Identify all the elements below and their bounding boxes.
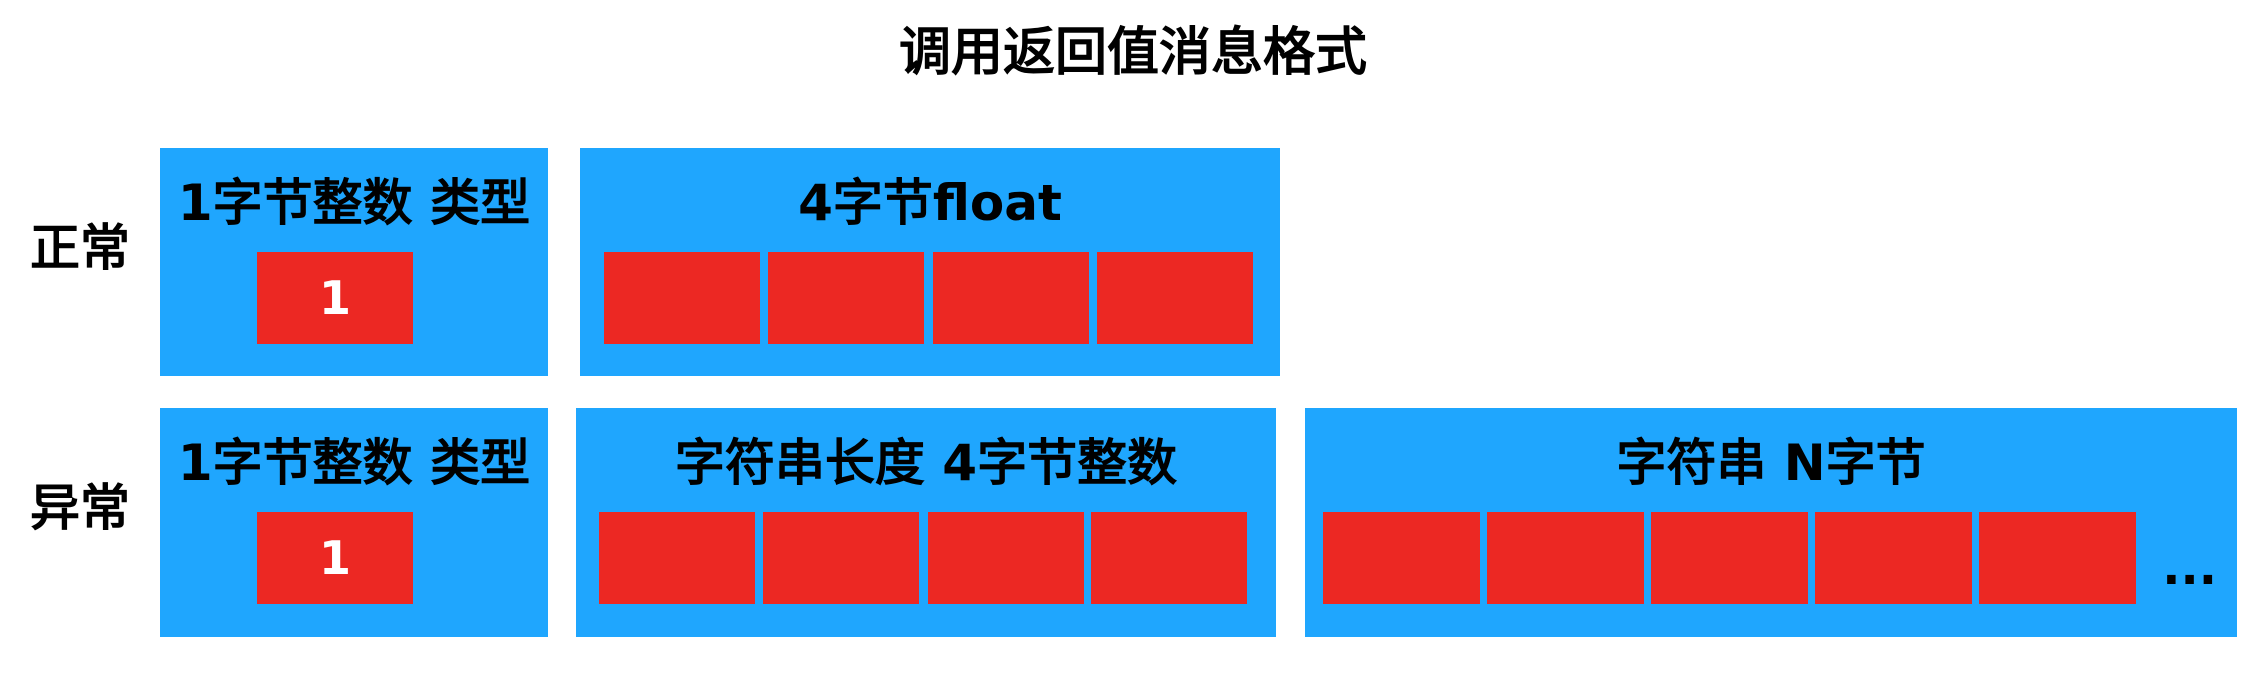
exception-type-field-label: 1字节整数 类型 — [177, 434, 531, 492]
normal-float-field-label: 4字节float — [798, 174, 1062, 232]
exception-type-byte: 1 — [257, 512, 413, 604]
string-field-label: 字符串 N字节 — [1616, 434, 1926, 492]
normal-type-byte: 1 — [257, 252, 413, 344]
string-byte-4 — [1815, 512, 1972, 604]
row-label-normal: 正常 — [30, 219, 130, 277]
string-byte-1 — [1323, 512, 1480, 604]
length-byte-3 — [928, 512, 1084, 604]
string-byte-2 — [1487, 512, 1644, 604]
float-byte-3 — [933, 252, 1089, 344]
normal-type-field-label: 1字节整数 类型 — [177, 174, 531, 232]
string-length-field: 字符串长度 4字节整数 — [576, 408, 1276, 637]
string-length-field-label: 字符串长度 4字节整数 — [674, 434, 1178, 492]
row-label-exception: 异常 — [30, 479, 130, 537]
float-byte-1 — [604, 252, 760, 344]
string-continuation-ellipsis: ... — [2162, 540, 2217, 596]
length-byte-1 — [599, 512, 755, 604]
normal-type-byte-value: 1 — [318, 271, 351, 325]
string-byte-3 — [1651, 512, 1808, 604]
string-field: 字符串 N字节 ... — [1305, 408, 2237, 637]
length-byte-4 — [1091, 512, 1247, 604]
length-byte-2 — [763, 512, 919, 604]
string-byte-5 — [1979, 512, 2136, 604]
exception-type-byte-value: 1 — [318, 531, 351, 585]
float-byte-2 — [768, 252, 924, 344]
normal-type-field: 1字节整数 类型 1 — [160, 148, 548, 376]
diagram-title: 调用返回值消息格式 — [898, 23, 1367, 83]
float-byte-4 — [1097, 252, 1253, 344]
exception-type-field: 1字节整数 类型 1 — [160, 408, 548, 637]
normal-float-field: 4字节float — [580, 148, 1280, 376]
